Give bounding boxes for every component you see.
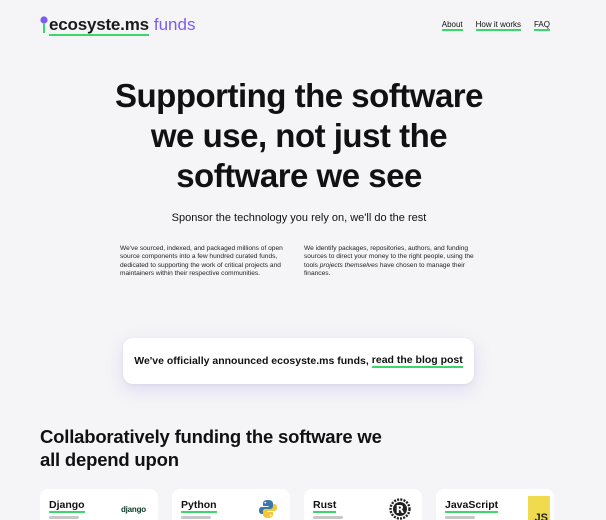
django-logo-icon: django (120, 504, 146, 514)
hero-subtitle: Sponsor the technology you rely on, we'l… (171, 212, 427, 224)
rust-logo-icon: R (388, 497, 412, 520)
logo-suffix: funds (153, 15, 196, 34)
site-header: ecosyste.ms funds About How it works FAQ (0, 0, 606, 48)
site-logo[interactable]: ecosyste.ms funds (40, 15, 195, 37)
intro-right-emphasis: projects themselves (319, 261, 379, 269)
fund-card-python[interactable]: Python (172, 489, 290, 520)
fund-card-rust[interactable]: Rust R (304, 489, 422, 520)
fund-subtext-placeholder (49, 516, 79, 519)
fund-card-django[interactable]: Django django (40, 489, 158, 520)
intro-left-paragraph: We've sourced, indexed, and packaged mil… (120, 245, 283, 277)
fund-name[interactable]: Python (181, 500, 217, 513)
fund-name[interactable]: Django (49, 500, 85, 513)
svg-text:R: R (396, 503, 405, 516)
fund-subtext-placeholder (445, 516, 475, 519)
javascript-logo-text: JS (534, 512, 548, 520)
javascript-logo-icon: JS (528, 496, 550, 520)
announcement-text: We've officially announced ecosyste.ms f… (134, 355, 369, 367)
page: ecosyste.ms funds About How it works FAQ… (0, 0, 606, 520)
main-nav: About How it works FAQ (441, 20, 550, 31)
fund-subtext-placeholder (313, 516, 343, 519)
hero-title: Supporting the software we use, not just… (115, 77, 484, 194)
fund-card-javascript[interactable]: JavaScript JS (436, 489, 554, 520)
announcement-banner: We've officially announced ecosyste.ms f… (123, 338, 474, 384)
python-logo-icon (256, 497, 280, 520)
intro-right-paragraph: We identify packages, repositories, auth… (304, 245, 474, 278)
fund-subtext-placeholder (181, 516, 211, 519)
blog-post-link[interactable]: read the blog post (371, 354, 463, 368)
nav-how-it-works-link[interactable]: How it works (475, 20, 521, 31)
nav-faq-link[interactable]: FAQ (533, 20, 550, 31)
section-title: Collaboratively funding the software we … (40, 426, 382, 470)
fund-name[interactable]: JavaScript (445, 500, 499, 513)
nav-about-link[interactable]: About (441, 20, 463, 31)
fund-cards: Django django Python Rust R JavaScript J… (40, 489, 560, 520)
fund-name[interactable]: Rust (313, 500, 337, 513)
logo-text: ecosyste.ms (49, 15, 149, 36)
logo-icon (40, 16, 48, 36)
